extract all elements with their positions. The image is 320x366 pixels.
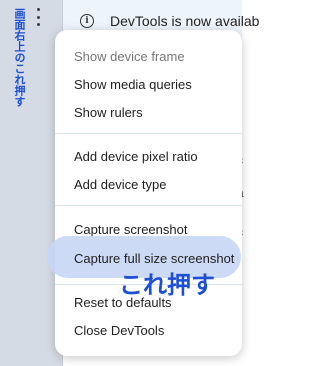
menu-item-add-device-type[interactable]: Add device type	[74, 175, 167, 195]
menu-divider	[55, 205, 242, 206]
device-mode-menu: Show device frame Show media queries Sho…	[55, 30, 242, 356]
annotation-vertical-note: 画面右上のこれ押す	[13, 8, 26, 107]
menu-item-close-devtools[interactable]: Close DevTools	[74, 321, 164, 341]
menu-item-add-device-pixel-ratio[interactable]: Add device pixel ratio	[74, 147, 198, 167]
menu-divider	[55, 133, 242, 134]
menu-item-show-media-queries[interactable]: Show media queries	[74, 75, 192, 95]
annotation-callout: これ押す	[119, 271, 215, 299]
menu-item-show-device-frame: Show device frame	[74, 49, 185, 64]
info-icon: i	[80, 14, 94, 28]
more-options-icon[interactable]	[32, 8, 44, 26]
menu-item-show-rulers[interactable]: Show rulers	[74, 103, 143, 123]
banner-text: DevTools is now availab	[110, 13, 260, 29]
